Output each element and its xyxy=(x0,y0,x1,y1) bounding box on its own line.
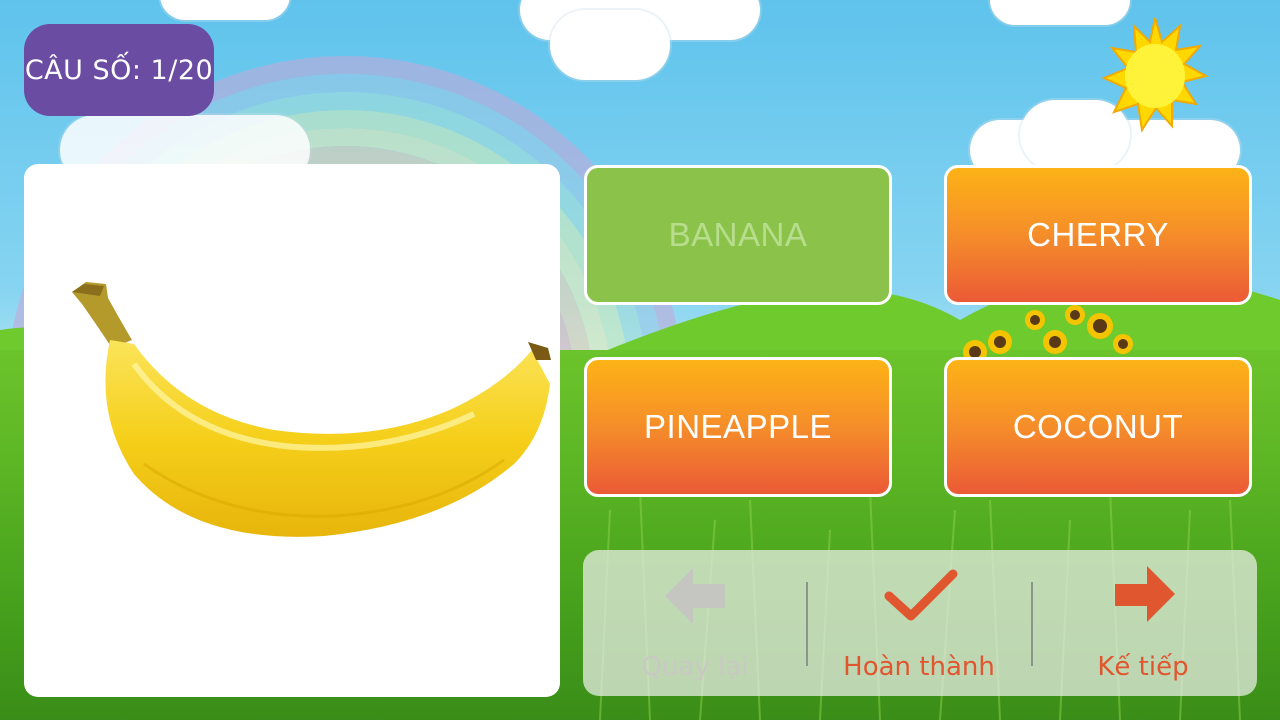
question-counter-badge: CÂU SỐ: 1/20 xyxy=(24,24,214,116)
finish-button[interactable]: Hoàn thành xyxy=(807,550,1031,696)
next-button-label: Kế tiếp xyxy=(1097,652,1189,682)
banana-icon xyxy=(72,282,551,537)
back-button[interactable]: Quay lại xyxy=(583,550,807,696)
question-image-card xyxy=(24,164,560,697)
answer-option-label: PINEAPPLE xyxy=(644,408,832,445)
answer-option-label: COCONUT xyxy=(1012,408,1184,445)
question-counter-text: CÂU SỐ: 1/20 xyxy=(24,54,214,86)
checkmark-icon xyxy=(884,569,958,621)
answer-option-1[interactable]: BANANA xyxy=(584,165,892,305)
finish-button-label: Hoàn thành xyxy=(843,652,995,682)
arrow-right-icon xyxy=(1115,566,1175,622)
answer-option-2[interactable]: CHERRY xyxy=(944,165,1252,305)
navigation-panel: Quay lại Hoàn thành Kế tiếp xyxy=(583,550,1257,696)
answer-option-label: BANANA xyxy=(668,216,808,253)
back-button-label: Quay lại xyxy=(641,652,749,682)
answer-option-label: CHERRY xyxy=(1027,216,1169,253)
next-button[interactable]: Kế tiếp xyxy=(1031,550,1255,696)
answer-option-3[interactable]: PINEAPPLE xyxy=(584,357,892,497)
answer-option-4[interactable]: COCONUT xyxy=(944,357,1252,497)
quiz-screen: CÂU SỐ: 1/20 BANANA CHERRY PINEAPPLE COC… xyxy=(0,0,1280,720)
arrow-left-icon xyxy=(665,568,725,624)
